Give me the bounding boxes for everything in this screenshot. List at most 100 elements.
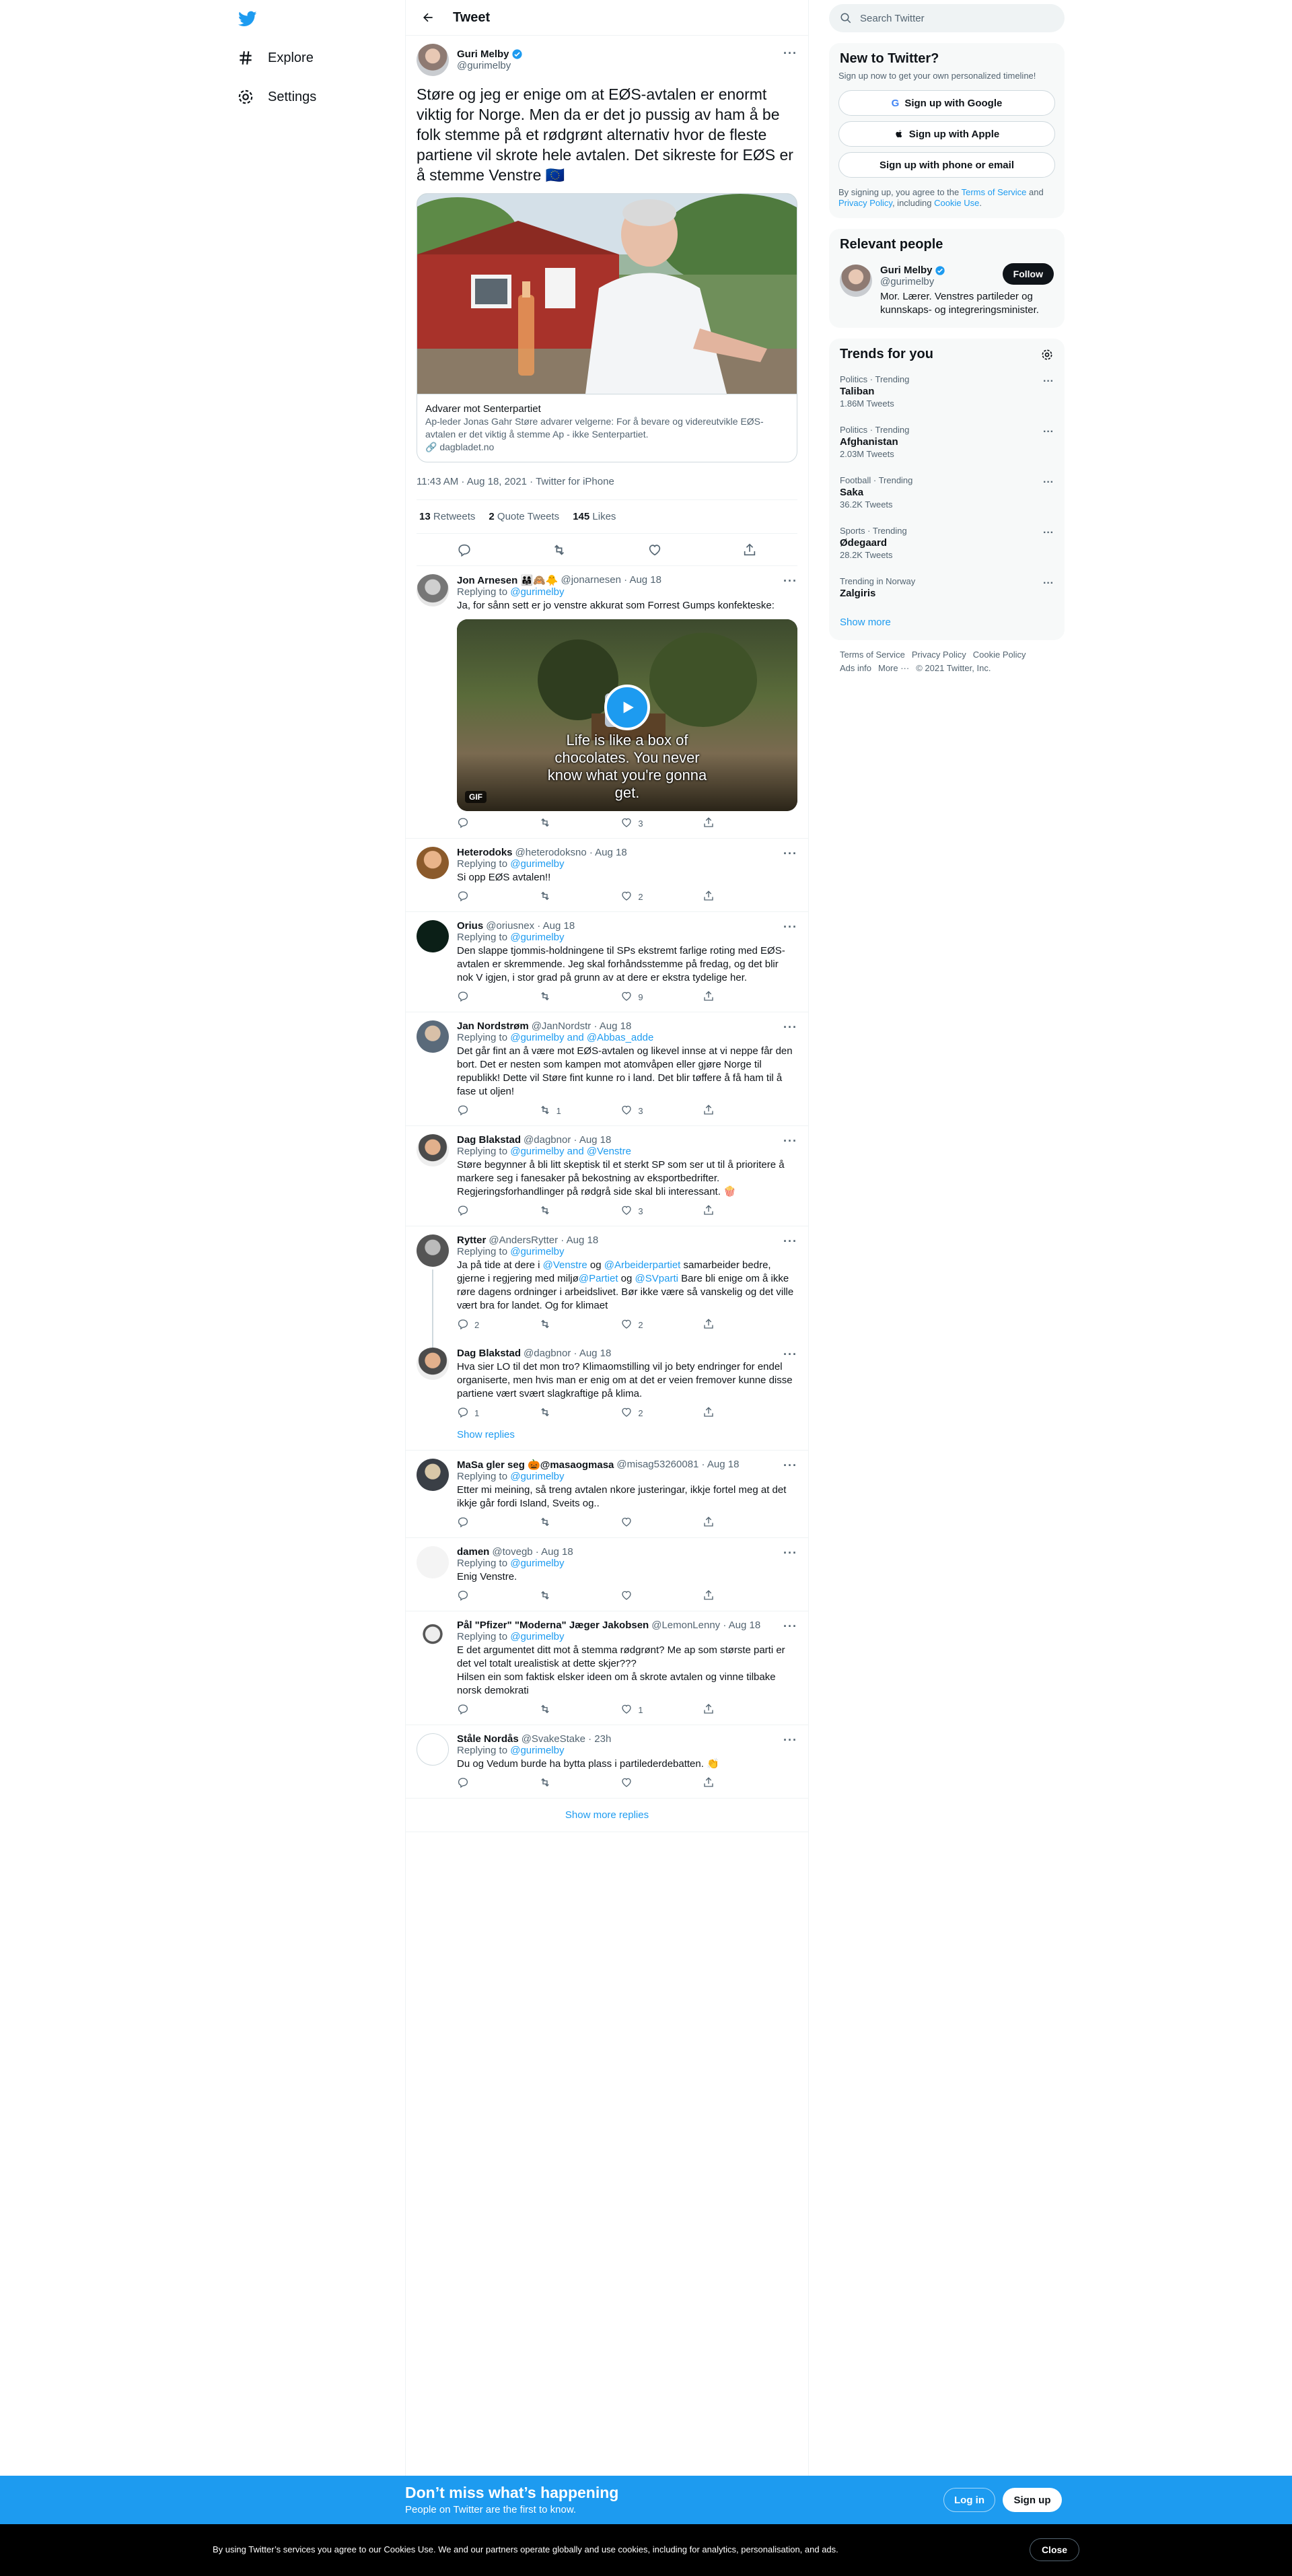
avatar[interactable] — [417, 1348, 449, 1380]
replying-to-link[interactable]: @gurimelby — [510, 858, 564, 870]
play-button-icon[interactable] — [604, 684, 650, 730]
reply-author-handle[interactable]: @tovegb · Aug 18 — [492, 1546, 573, 1558]
reply-tweet[interactable]: Rytter @AndersRytter · Aug 18 ··· Replying … — [406, 1226, 808, 1350]
reply-button[interactable] — [457, 890, 497, 904]
reply-tweet[interactable]: Jon Arnesen 👨‍👩‍👧🙈🐥 @jonarnesen · Aug 18 ·… — [406, 566, 808, 839]
reply-author-handle[interactable]: @jonarnesen · Aug 18 — [561, 574, 662, 586]
reply-button[interactable]: 2 — [457, 1318, 497, 1332]
signup-apple-button[interactable]: Sign up with Apple — [838, 121, 1055, 147]
more-icon[interactable]: ··· — [1043, 426, 1054, 438]
reply-tweet[interactable]: Orius @oriusnex · Aug 18 ··· Replying to @g… — [406, 912, 808, 1012]
retweet-button[interactable] — [539, 1318, 579, 1332]
reply-author-handle[interactable]: @misag53260081 · Aug 18 — [616, 1459, 739, 1471]
reply-author-name[interactable]: MaSa gler seg 🎃@masaogmasa — [457, 1459, 614, 1471]
reply-button[interactable] — [457, 1104, 497, 1118]
reply-tweet[interactable]: Dag Blakstad @dagbnor · Aug 18 ··· Replying… — [406, 1126, 808, 1226]
more-icon[interactable]: ··· — [783, 1459, 797, 1473]
settings-gear-icon[interactable] — [1040, 348, 1054, 361]
mention-link[interactable]: @Partiet — [579, 1273, 618, 1284]
reply-button[interactable] — [457, 1776, 497, 1790]
footer-link[interactable]: Privacy Policy — [912, 650, 966, 660]
nav-settings[interactable]: Settings — [229, 79, 324, 114]
reply-author-name[interactable]: Orius — [457, 920, 483, 932]
like-button[interactable]: 2 — [620, 1318, 661, 1332]
like-count[interactable]: 145 Likes — [573, 511, 616, 522]
link-card[interactable]: Advarer mot Senterpartiet Ap-leder Jonas… — [417, 193, 797, 462]
reply-author-handle[interactable]: @SvakeStake · 23h — [522, 1733, 612, 1745]
share-button[interactable] — [703, 1589, 743, 1603]
like-button[interactable] — [620, 1776, 661, 1790]
reply-author-name[interactable]: Ståle Nordås — [457, 1733, 519, 1745]
retweet-button[interactable] — [539, 816, 579, 831]
like-button[interactable]: 3 — [620, 816, 661, 831]
reply-author-handle[interactable]: @AndersRytter · Aug 18 — [489, 1234, 598, 1246]
more-icon[interactable]: ··· — [1043, 477, 1054, 489]
like-button[interactable]: 2 — [620, 890, 661, 904]
share-button[interactable] — [703, 1516, 743, 1530]
footer-link[interactable]: More ··· — [878, 663, 909, 673]
like-button[interactable] — [620, 1516, 661, 1530]
quote-count[interactable]: 2 Quote Tweets — [489, 511, 559, 522]
footer-link[interactable]: Terms of Service — [840, 650, 905, 660]
more-icon[interactable]: ··· — [1043, 376, 1054, 388]
footer-link[interactable]: © 2021 Twitter, Inc. — [916, 663, 991, 673]
trend-item[interactable]: Politics · Trending Afghanistan 2.03M Twee… — [829, 417, 1065, 467]
mention-link[interactable]: @Venstre — [543, 1259, 587, 1271]
more-icon[interactable]: ··· — [783, 1546, 797, 1560]
reply-button[interactable]: 1 — [457, 1406, 497, 1420]
trend-item[interactable]: Trending in Norway Zalgiris ··· — [829, 568, 1065, 607]
reply-button[interactable] — [457, 816, 497, 831]
reply-tweet[interactable]: Dag Blakstad @dagbnor · Aug 18 ··· Hva sier… — [406, 1339, 808, 1451]
reply-author-handle[interactable]: @dagbnor · Aug 18 — [524, 1134, 611, 1146]
avatar[interactable] — [417, 1234, 449, 1267]
person-row[interactable]: Guri Melby @gurimelby Mor. Lærer. Venstr… — [829, 256, 1065, 328]
replying-to-link[interactable]: @gurimelby and @Venstre — [510, 1146, 631, 1157]
retweet-button[interactable] — [539, 1589, 579, 1603]
reply-button[interactable] — [457, 1516, 497, 1530]
like-icon[interactable] — [647, 543, 662, 557]
avatar[interactable] — [417, 847, 449, 879]
more-icon[interactable]: ··· — [783, 1620, 797, 1634]
tweet-timestamp[interactable]: 11:43 AM · Aug 18, 2021 · Twitter for iP… — [417, 462, 797, 500]
avatar[interactable] — [417, 1733, 449, 1766]
share-button[interactable] — [703, 890, 743, 904]
more-icon[interactable]: ··· — [783, 574, 797, 588]
back-arrow-icon[interactable] — [417, 6, 439, 29]
avatar[interactable] — [417, 1020, 449, 1053]
retweet-icon[interactable] — [552, 543, 567, 557]
search-input[interactable]: Search Twitter — [829, 4, 1065, 32]
author-handle[interactable]: @gurimelby — [457, 60, 523, 71]
retweet-button[interactable] — [539, 890, 579, 904]
avatar[interactable] — [417, 1134, 449, 1167]
replying-to-link[interactable]: @gurimelby and @Abbas_adde — [510, 1032, 653, 1043]
more-icon[interactable]: ··· — [783, 847, 797, 861]
reply-tweet[interactable]: MaSa gler seg 🎃@masaogmasa @misag53260081… — [406, 1451, 808, 1538]
reply-author-name[interactable]: Dag Blakstad — [457, 1348, 521, 1359]
trend-item[interactable]: Politics · Trending Taliban 1.86M Tweets ··… — [829, 366, 1065, 417]
share-button[interactable] — [703, 1204, 743, 1218]
share-button[interactable] — [703, 1776, 743, 1790]
reply-author-name[interactable]: Rytter — [457, 1234, 486, 1246]
share-button[interactable] — [703, 816, 743, 831]
footer-link[interactable]: Ads info — [840, 663, 871, 673]
like-button[interactable]: 3 — [620, 1204, 661, 1218]
replying-to-link[interactable]: @gurimelby — [510, 1471, 564, 1482]
avatar[interactable] — [417, 44, 449, 76]
replying-to-link[interactable]: @gurimelby — [510, 1631, 564, 1642]
retweet-button[interactable] — [539, 1204, 579, 1218]
trend-item[interactable]: Football · Trending Saka 36.2K Tweets ··· — [829, 467, 1065, 518]
footer-link[interactable]: Cookie Policy — [973, 650, 1026, 660]
avatar[interactable] — [417, 920, 449, 952]
replying-to-link[interactable]: @gurimelby — [510, 1246, 564, 1257]
mention-link[interactable]: @SVparti — [635, 1273, 678, 1284]
reply-author-handle[interactable]: @JanNordstr · Aug 18 — [532, 1020, 632, 1032]
reply-author-name[interactable]: Heterodoks — [457, 847, 513, 858]
cookie-link[interactable]: Cookie Use — [934, 198, 979, 208]
signup-phone-button[interactable]: Sign up with phone or email — [838, 152, 1055, 178]
person-name[interactable]: Guri Melby — [880, 265, 933, 276]
reply-author-name[interactable]: damen — [457, 1546, 489, 1558]
reply-button[interactable] — [457, 1703, 497, 1717]
avatar[interactable] — [417, 1459, 449, 1491]
reply-author-name[interactable]: Dag Blakstad — [457, 1134, 521, 1146]
reply-author-handle[interactable]: @oriusnex · Aug 18 — [486, 920, 575, 932]
